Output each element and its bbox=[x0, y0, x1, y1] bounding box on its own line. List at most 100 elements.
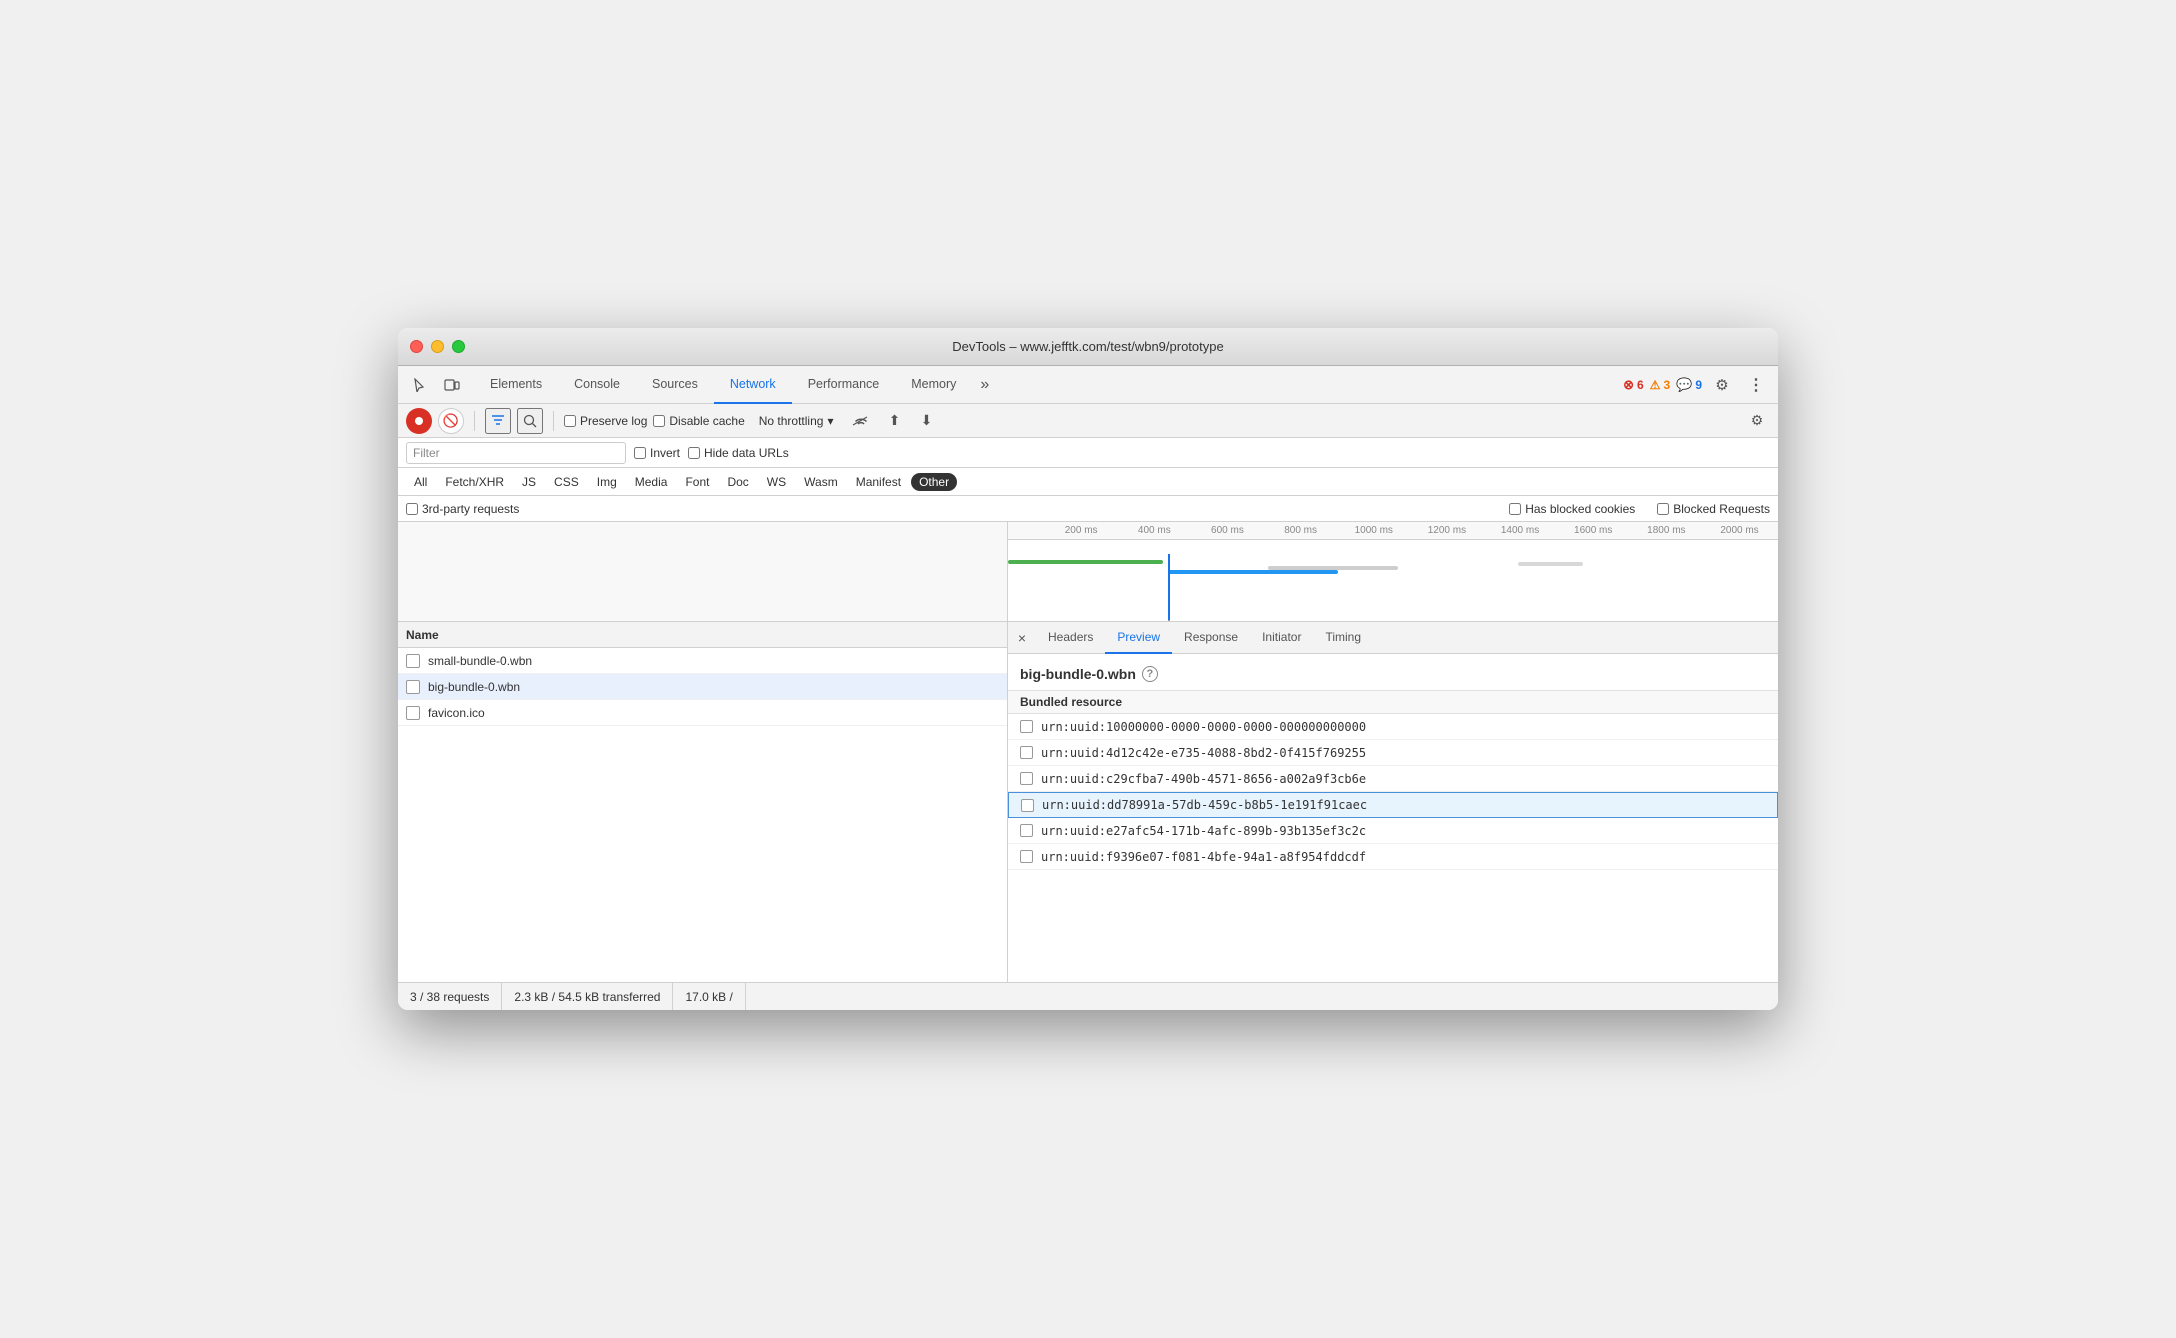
type-filter-css[interactable]: CSS bbox=[546, 473, 587, 491]
invert-checkbox[interactable] bbox=[634, 447, 646, 459]
blocked-requests-checkbox[interactable] bbox=[1657, 503, 1669, 515]
has-blocked-cookies-label[interactable]: Has blocked cookies bbox=[1509, 502, 1635, 516]
throttling-text: No throttling bbox=[759, 414, 824, 428]
tab-elements[interactable]: Elements bbox=[474, 366, 558, 404]
filter-input[interactable] bbox=[444, 446, 619, 460]
blocked-requests-label[interactable]: Blocked Requests bbox=[1657, 502, 1770, 516]
settings-gear-btn[interactable]: ⚙ bbox=[1708, 371, 1736, 399]
hide-data-urls-label[interactable]: Hide data URLs bbox=[688, 446, 789, 460]
bundle-item[interactable]: urn:uuid:f9396e07-f081-4bfe-94a1-a8f954f… bbox=[1008, 844, 1778, 870]
detail-tab-preview[interactable]: Preview bbox=[1105, 622, 1172, 654]
bundle-item[interactable]: urn:uuid:10000000-0000-0000-0000-0000000… bbox=[1008, 714, 1778, 740]
request-row[interactable]: small-bundle-0.wbn bbox=[398, 648, 1007, 674]
throttling-dropdown[interactable]: No throttling ▾ bbox=[751, 412, 842, 430]
request-icon bbox=[406, 654, 420, 668]
ruler-tick-7: 1600 ms bbox=[1574, 525, 1612, 536]
tab-network[interactable]: Network bbox=[714, 366, 792, 404]
type-filter-all[interactable]: All bbox=[406, 473, 435, 491]
third-party-checkbox[interactable] bbox=[406, 503, 418, 515]
filter-input-wrap[interactable]: Filter bbox=[406, 442, 626, 464]
ruler-tick-9: 2000 ms bbox=[1720, 525, 1758, 536]
minimize-button[interactable] bbox=[431, 340, 444, 353]
tab-performance[interactable]: Performance bbox=[792, 366, 896, 404]
tab-console[interactable]: Console bbox=[558, 366, 636, 404]
device-icon-btn[interactable] bbox=[438, 371, 466, 399]
tab-more-btn[interactable]: » bbox=[972, 376, 997, 394]
upload-button[interactable]: ⬆ bbox=[881, 408, 907, 434]
bundle-item-text: urn:uuid:c29cfba7-490b-4571-8656-a002a9f… bbox=[1041, 772, 1366, 786]
preserve-log-label[interactable]: Preserve log bbox=[564, 414, 647, 428]
maximize-button[interactable] bbox=[452, 340, 465, 353]
type-filter-manifest[interactable]: Manifest bbox=[848, 473, 909, 491]
download-button[interactable]: ⬇ bbox=[913, 408, 939, 434]
size-status: 17.0 kB / bbox=[673, 983, 745, 1010]
timeline-chart bbox=[1008, 540, 1778, 621]
clear-button[interactable]: 🚫 bbox=[438, 408, 464, 434]
search-button[interactable] bbox=[517, 408, 543, 434]
devtools-window: DevTools – www.jefftk.com/test/wbn9/prot… bbox=[398, 328, 1778, 1010]
close-button[interactable] bbox=[410, 340, 423, 353]
network-toolbar: 🚫 Preserve log Disable cache bbox=[398, 404, 1778, 438]
bundle-item[interactable]: urn:uuid:dd78991a-57db-459c-b8b5-1e191f9… bbox=[1008, 792, 1778, 818]
type-filter-ws[interactable]: WS bbox=[759, 473, 794, 491]
third-party-text: 3rd-party requests bbox=[422, 502, 519, 516]
blocked-requests-text: Blocked Requests bbox=[1673, 502, 1770, 516]
toolbar-icons bbox=[406, 371, 466, 399]
detail-content: big-bundle-0.wbn ? Bundled resource urn:… bbox=[1008, 654, 1778, 982]
invert-label[interactable]: Invert bbox=[634, 446, 680, 460]
message-badge[interactable]: 💬 9 bbox=[1676, 377, 1702, 393]
bundle-item-checkbox bbox=[1020, 720, 1033, 733]
hide-data-urls-checkbox[interactable] bbox=[688, 447, 700, 459]
wifi-icon-btn[interactable] bbox=[847, 407, 875, 435]
detail-tab-initiator[interactable]: Initiator bbox=[1250, 622, 1313, 654]
cursor-icon-btn[interactable] bbox=[406, 371, 434, 399]
bundle-item[interactable]: urn:uuid:4d12c42e-e735-4088-8bd2-0f415f7… bbox=[1008, 740, 1778, 766]
waterfall-bar-4 bbox=[1518, 562, 1583, 566]
detail-tab-response[interactable]: Response bbox=[1172, 622, 1250, 654]
help-icon-btn[interactable]: ? bbox=[1142, 666, 1158, 682]
type-filter-js[interactable]: JS bbox=[514, 473, 544, 491]
type-filter-other[interactable]: Other bbox=[911, 473, 957, 491]
ruler-tick-3: 800 ms bbox=[1284, 525, 1317, 536]
error-badge[interactable]: ⊗ 6 bbox=[1623, 377, 1644, 393]
disable-cache-label[interactable]: Disable cache bbox=[653, 414, 744, 428]
filter-bar: Filter Invert Hide data URLs bbox=[398, 438, 1778, 468]
bundle-item[interactable]: urn:uuid:c29cfba7-490b-4571-8656-a002a9f… bbox=[1008, 766, 1778, 792]
tab-memory[interactable]: Memory bbox=[895, 366, 972, 404]
third-party-label[interactable]: 3rd-party requests bbox=[406, 502, 519, 516]
detail-close-btn[interactable]: × bbox=[1012, 628, 1032, 648]
filter-button[interactable] bbox=[485, 408, 511, 434]
network-settings-btn[interactable]: ⚙ bbox=[1744, 408, 1770, 434]
hide-data-urls-text: Hide data URLs bbox=[704, 446, 789, 460]
type-filter-fetch-xhr[interactable]: Fetch/XHR bbox=[437, 473, 512, 491]
record-button[interactable] bbox=[406, 408, 432, 434]
disable-cache-checkbox[interactable] bbox=[653, 415, 665, 427]
request-name: big-bundle-0.wbn bbox=[428, 680, 520, 694]
request-row[interactable]: big-bundle-0.wbn bbox=[398, 674, 1007, 700]
has-blocked-cookies-checkbox[interactable] bbox=[1509, 503, 1521, 515]
type-filter-wasm[interactable]: Wasm bbox=[796, 473, 846, 491]
warning-badge[interactable]: ⚠ 3 bbox=[1650, 378, 1670, 392]
type-filter-img[interactable]: Img bbox=[589, 473, 625, 491]
preserve-log-checkbox[interactable] bbox=[564, 415, 576, 427]
has-blocked-cookies-text: Has blocked cookies bbox=[1525, 502, 1635, 516]
record-icon bbox=[415, 417, 423, 425]
bundle-item[interactable]: urn:uuid:e27afc54-171b-4afc-899b-93b135e… bbox=[1008, 818, 1778, 844]
status-bar: 3 / 38 requests 2.3 kB / 54.5 kB transfe… bbox=[398, 982, 1778, 1010]
type-filter-font[interactable]: Font bbox=[677, 473, 717, 491]
section-header: Bundled resource bbox=[1008, 690, 1778, 714]
more-options-btn[interactable]: ⋮ bbox=[1742, 371, 1770, 399]
type-filter-media[interactable]: Media bbox=[627, 473, 676, 491]
detail-tab-headers[interactable]: Headers bbox=[1036, 622, 1105, 654]
bundle-item-checkbox bbox=[1020, 746, 1033, 759]
tab-sources[interactable]: Sources bbox=[636, 366, 714, 404]
request-row[interactable]: favicon.ico bbox=[398, 700, 1007, 726]
window-title: DevTools – www.jefftk.com/test/wbn9/prot… bbox=[952, 339, 1223, 354]
preserve-log-text: Preserve log bbox=[580, 414, 647, 428]
detail-tab-timing[interactable]: Timing bbox=[1313, 622, 1373, 654]
type-filter-doc[interactable]: Doc bbox=[719, 473, 756, 491]
transferred-text: 2.3 kB / 54.5 kB transferred bbox=[514, 990, 660, 1004]
detail-tabs: × HeadersPreviewResponseInitiatorTiming bbox=[1008, 622, 1778, 654]
traffic-lights bbox=[410, 340, 465, 353]
ruler-tick-8: 1800 ms bbox=[1647, 525, 1685, 536]
